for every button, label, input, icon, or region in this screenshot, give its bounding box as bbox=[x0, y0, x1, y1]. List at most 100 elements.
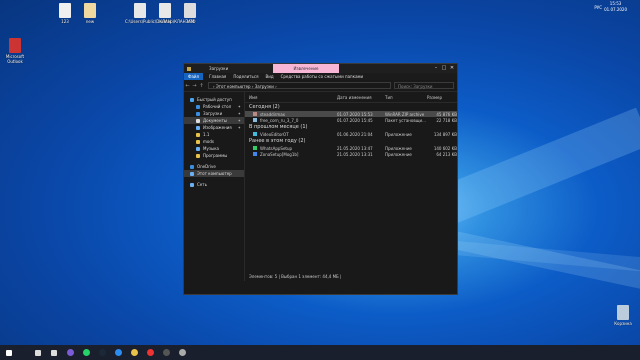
sidebar-item[interactable]: Программы bbox=[184, 152, 244, 159]
file-date: 01.07.2020 15:45 bbox=[337, 117, 373, 123]
sidebar-item[interactable]: mods bbox=[184, 138, 244, 145]
folder-icon bbox=[190, 171, 194, 176]
search-input[interactable]: Поиск: Загрузки bbox=[394, 82, 454, 89]
folder-icon bbox=[190, 97, 194, 102]
steam-icon[interactable] bbox=[97, 348, 107, 358]
search-icon[interactable] bbox=[33, 348, 43, 358]
group-header[interactable]: Ранее в этом году (2) bbox=[245, 137, 457, 145]
file-type: Приложение bbox=[385, 145, 412, 151]
file-size: 45 876 KB bbox=[436, 111, 457, 117]
yandex-icon[interactable] bbox=[145, 348, 155, 358]
ribbon-tab-view[interactable]: Вид bbox=[265, 74, 273, 79]
folder-icon bbox=[196, 146, 200, 151]
sidebar-item-label: Документы bbox=[203, 118, 227, 123]
file-size: 134 897 KB bbox=[433, 131, 457, 137]
file-icon bbox=[134, 3, 146, 18]
status-bar: Элементов: 5 | Выбран 1 элемент: 44,4 МБ… bbox=[245, 273, 457, 281]
sidebar-item-label: Этот компьютер bbox=[197, 171, 232, 176]
desktop-icon-5[interactable]: ЗАМ bbox=[175, 3, 205, 24]
task-view-icon[interactable] bbox=[49, 348, 59, 358]
navigation-pane: Быстрый доступ Рабочий стол ✦ Загрузки ✦ Доку… bbox=[184, 92, 245, 281]
sidebar-item[interactable]: Сеть bbox=[184, 181, 244, 188]
folder-icon bbox=[190, 182, 194, 187]
column-name[interactable]: Имя bbox=[245, 95, 337, 100]
sidebar-item[interactable]: Рабочий стол ✦ bbox=[184, 103, 244, 110]
file-size: 64 213 KB bbox=[436, 151, 457, 157]
pin-icon: ✦ bbox=[237, 111, 241, 116]
folder-icon bbox=[187, 66, 191, 71]
ribbon-tab-home[interactable]: Главная bbox=[209, 74, 226, 79]
file-type: Приложение bbox=[385, 151, 412, 157]
language-indicator[interactable]: РУС bbox=[594, 5, 602, 10]
explorer-icon[interactable] bbox=[129, 348, 139, 358]
edge-icon[interactable] bbox=[113, 348, 123, 358]
clock[interactable]: 15:53 01.07.2020 bbox=[604, 1, 627, 13]
file-type: Приложение bbox=[385, 131, 412, 137]
column-date[interactable]: Дата изменения bbox=[337, 95, 385, 100]
file-name: WhatsAppSetup bbox=[260, 145, 293, 151]
column-type[interactable]: Тип bbox=[385, 95, 427, 100]
close-button[interactable]: ✕ bbox=[448, 64, 456, 73]
sidebar-item[interactable]: Загрузки ✦ bbox=[184, 110, 244, 117]
maximize-button[interactable]: □ bbox=[440, 64, 448, 73]
sidebar-item[interactable]: Быстрый доступ bbox=[184, 96, 244, 103]
start-icon[interactable] bbox=[4, 348, 14, 358]
sidebar-item-label: Музыка bbox=[203, 146, 219, 151]
ribbon-tab-compressed[interactable]: Средства работы со сжатыми папками bbox=[281, 74, 364, 79]
group-header[interactable]: В прошлом месяце (1) bbox=[245, 123, 457, 131]
file-icon bbox=[253, 146, 257, 150]
sidebar-item-label: Программы bbox=[203, 153, 228, 158]
folder-icon bbox=[196, 139, 200, 144]
file-icon bbox=[253, 132, 257, 136]
file-icon bbox=[84, 3, 96, 18]
file-date: 01.07.2020 15:53 bbox=[337, 111, 373, 117]
folder-icon bbox=[190, 164, 194, 169]
file-name: free_corn_ru_3_7_0 bbox=[260, 117, 299, 123]
forward-icon[interactable]: → bbox=[191, 83, 198, 89]
address-bar[interactable]: › Этот компьютер › Загрузки › bbox=[208, 82, 391, 89]
sidebar-item[interactable]: OneDrive bbox=[184, 163, 244, 170]
ribbon-tab-share[interactable]: Поделиться bbox=[233, 74, 258, 79]
desktop-icon-outlook[interactable]: Microsoft Outlook bbox=[0, 38, 30, 64]
pin-icon: ✦ bbox=[237, 125, 241, 130]
sidebar-item[interactable]: Изображения ✦ bbox=[184, 124, 244, 131]
file-row[interactable]: steaddirmax 01.07.2020 15:53 WinRAR ZIP ar… bbox=[245, 111, 457, 117]
file-list: Имя Дата изменения Тип Размер Сегодня (2… bbox=[245, 92, 457, 281]
sidebar-item[interactable]: Этот компьютер bbox=[184, 170, 244, 177]
file-row[interactable]: ZonaSetup[Mog1b] 21.05.2020 13:31 Приложен… bbox=[245, 151, 457, 157]
file-row[interactable]: WhatsAppSetup 21.05.2020 13:47 Приложение 1… bbox=[245, 145, 457, 151]
desktop-icon-label: Корзина bbox=[614, 321, 632, 326]
sidebar-item-label: mods bbox=[203, 139, 214, 144]
folder-icon bbox=[196, 132, 200, 137]
file-name: steaddirmax bbox=[260, 111, 286, 117]
clock-date: 01.07.2020 bbox=[604, 7, 627, 12]
sidebar-item-label: Изображения bbox=[203, 125, 232, 130]
up-icon[interactable]: ↑ bbox=[198, 83, 205, 89]
title-bar[interactable]: Загрузки Извлечение – □ ✕ bbox=[184, 64, 457, 73]
file-type: Пакет установщи... bbox=[385, 117, 426, 123]
window-title: Загрузки bbox=[209, 66, 229, 71]
sidebar-item[interactable]: 1.1 bbox=[184, 131, 244, 138]
sidebar-item[interactable]: Документы ✦ bbox=[184, 117, 244, 124]
sidebar-item[interactable]: Музыка bbox=[184, 145, 244, 152]
ribbon-tab-file[interactable]: Файл bbox=[184, 73, 204, 80]
sidebar-item-label: OneDrive bbox=[197, 164, 216, 169]
app-icon[interactable] bbox=[161, 348, 171, 358]
outlook-icon bbox=[9, 38, 21, 53]
whatsapp-icon[interactable] bbox=[81, 348, 91, 358]
minimize-button[interactable]: – bbox=[432, 64, 440, 73]
app2-icon[interactable] bbox=[177, 348, 187, 358]
column-size[interactable]: Размер bbox=[427, 95, 442, 100]
back-icon[interactable]: ← bbox=[184, 83, 191, 89]
desktop-icon-label: Microsoft Outlook bbox=[5, 54, 25, 64]
sidebar-item-label: Загрузки bbox=[203, 111, 223, 116]
folder-icon bbox=[196, 153, 200, 158]
sidebar-item-label: Быстрый доступ bbox=[197, 97, 232, 102]
viber-icon[interactable] bbox=[65, 348, 75, 358]
explorer-window[interactable]: Загрузки Извлечение – □ ✕ Файл Главная П… bbox=[183, 63, 458, 295]
context-tab-extract[interactable]: Извлечение bbox=[273, 64, 339, 73]
desktop-icon-recycle-bin[interactable]: Корзина bbox=[608, 305, 638, 326]
group-header[interactable]: Сегодня (2) bbox=[245, 103, 457, 111]
desktop-icon-2[interactable]: new bbox=[75, 3, 105, 24]
sidebar-item-label: 1.1 bbox=[203, 132, 210, 137]
